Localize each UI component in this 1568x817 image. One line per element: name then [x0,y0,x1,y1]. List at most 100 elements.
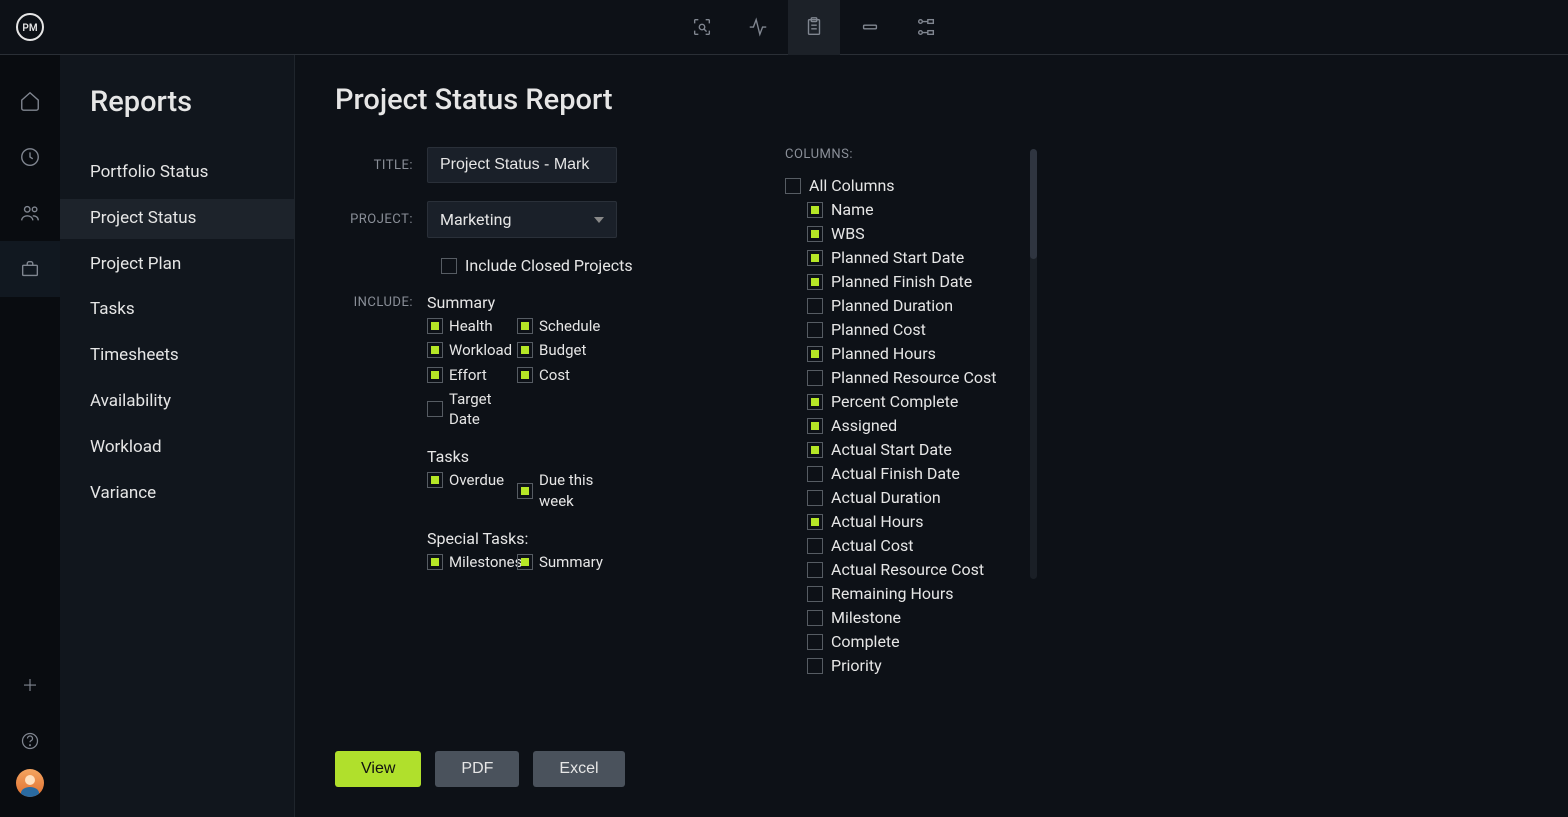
include-item-label: Summary [539,552,603,572]
top-center-icons [60,0,1568,55]
include-heading: Tasks [427,447,607,466]
column-label: Actual Cost [831,536,913,555]
pdf-button[interactable]: PDF [435,751,519,787]
column-checkbox[interactable] [807,346,823,362]
all-columns-label: All Columns [809,176,895,195]
column-checkbox[interactable] [807,322,823,338]
title-input[interactable] [427,147,617,183]
sidebar-item-portfolio-status[interactable]: Portfolio Status [60,153,294,193]
include-checkbox[interactable] [427,367,443,383]
project-select-value: Marketing [440,210,511,229]
include-item-label: Budget [539,340,586,360]
column-checkbox[interactable] [807,442,823,458]
include-checkbox[interactable] [517,554,533,570]
home-icon[interactable] [0,73,60,129]
column-label: Planned Finish Date [831,272,972,291]
column-label: Planned Resource Cost [831,368,997,387]
column-label: Actual Hours [831,512,923,531]
include-checkbox[interactable] [427,401,443,417]
excel-button[interactable]: Excel [533,751,624,787]
include-closed-checkbox[interactable] [441,258,457,274]
minus-icon[interactable] [844,0,896,55]
include-checkbox[interactable] [517,483,533,499]
include-checkbox[interactable] [427,472,443,488]
column-checkbox[interactable] [807,562,823,578]
clock-icon[interactable] [0,129,60,185]
column-label: Planned Start Date [831,248,964,267]
reports-sidebar: Reports Portfolio StatusProject StatusPr… [60,55,295,817]
include-item-label: Due this week [539,470,607,511]
title-label: TITLE: [335,158,427,173]
activity-icon[interactable] [732,0,784,55]
column-label: Percent Complete [831,392,958,411]
column-label: WBS [831,224,865,243]
column-checkbox[interactable] [807,202,823,218]
sidebar-item-project-plan[interactable]: Project Plan [60,245,294,285]
include-item-label: Workload [449,340,512,360]
inspect-icon[interactable] [676,0,728,55]
include-item-label: Schedule [539,316,600,336]
include-checkbox[interactable] [517,342,533,358]
page-title: Project Status Report [335,83,1528,117]
include-item-label: Milestones [449,552,522,572]
sidebar-item-workload[interactable]: Workload [60,428,294,468]
view-button[interactable]: View [335,751,421,787]
avatar[interactable] [16,769,44,797]
column-checkbox[interactable] [807,394,823,410]
flow-icon[interactable] [900,0,952,55]
briefcase-icon[interactable] [0,241,60,297]
clipboard-icon[interactable] [788,0,840,55]
scrollbar-track[interactable] [1030,149,1037,579]
include-checkbox[interactable] [427,342,443,358]
help-icon[interactable] [0,713,60,769]
main-content: Project Status Report TITLE: PROJECT: Ma… [295,55,1568,817]
include-heading: Special Tasks: [427,529,607,548]
sidebar-item-project-status[interactable]: Project Status [60,199,294,239]
column-label: Planned Hours [831,344,936,363]
column-checkbox[interactable] [807,586,823,602]
app-logo[interactable]: PM [0,12,60,42]
all-columns-checkbox[interactable] [785,178,801,194]
left-nav [0,55,60,817]
include-label: INCLUDE: [335,293,427,310]
column-checkbox[interactable] [807,466,823,482]
project-label: PROJECT: [335,212,427,227]
include-item-label: Health [449,316,493,336]
users-icon[interactable] [0,185,60,241]
column-label: Actual Resource Cost [831,560,984,579]
include-heading: Summary [427,293,607,312]
chevron-down-icon [594,217,604,223]
include-item-label: Cost [539,365,570,385]
column-checkbox[interactable] [807,634,823,650]
action-buttons: View PDF Excel [335,751,625,787]
column-checkbox[interactable] [807,250,823,266]
column-checkbox[interactable] [807,298,823,314]
sidebar-item-availability[interactable]: Availability [60,382,294,422]
sidebar-item-variance[interactable]: Variance [60,474,294,514]
sidebar-item-tasks[interactable]: Tasks [60,290,294,330]
include-checkbox[interactable] [517,367,533,383]
svg-text:PM: PM [22,23,37,34]
column-checkbox[interactable] [807,490,823,506]
include-checkbox[interactable] [427,318,443,334]
column-label: Actual Duration [831,488,941,507]
include-checkbox[interactable] [517,318,533,334]
column-label: Milestone [831,608,901,627]
column-checkbox[interactable] [807,514,823,530]
column-label: Planned Cost [831,320,926,339]
plus-icon[interactable] [0,657,60,713]
project-select[interactable]: Marketing [427,201,617,238]
column-label: Planned Duration [831,296,953,315]
sidebar-item-timesheets[interactable]: Timesheets [60,336,294,376]
column-checkbox[interactable] [807,538,823,554]
column-checkbox[interactable] [807,370,823,386]
column-checkbox[interactable] [807,274,823,290]
scrollbar-thumb[interactable] [1030,149,1037,259]
include-closed-label: Include Closed Projects [465,256,633,275]
column-checkbox[interactable] [807,226,823,242]
include-checkbox[interactable] [427,554,443,570]
column-checkbox[interactable] [807,658,823,674]
column-checkbox[interactable] [807,418,823,434]
column-label: Priority [831,656,882,675]
column-checkbox[interactable] [807,610,823,626]
